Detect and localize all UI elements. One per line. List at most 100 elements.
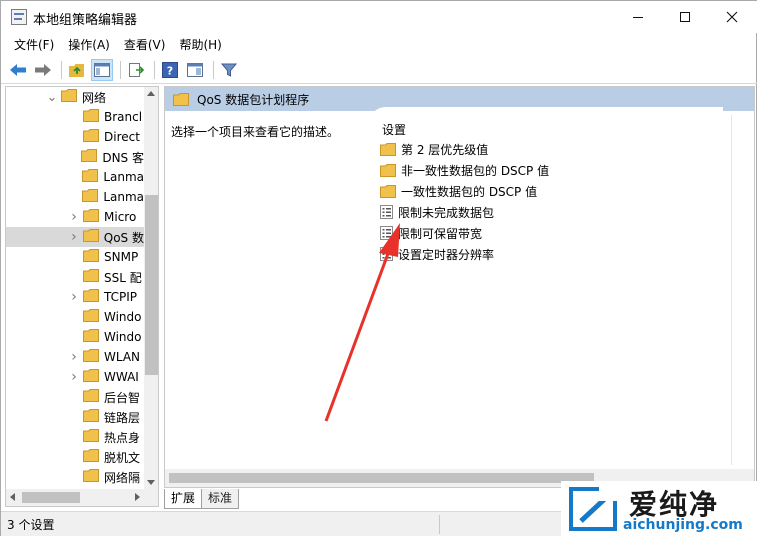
- chevron-right-icon[interactable]: ›: [68, 347, 80, 367]
- tree-item-label: Direct: [104, 130, 140, 144]
- details-vertical-scrollbar[interactable]: [723, 111, 754, 469]
- tree-item-label: DNS 客: [102, 150, 144, 165]
- tree-horizontal-scrollbar[interactable]: [6, 489, 144, 506]
- details-header-title: QoS 数据包计划程序: [197, 92, 310, 107]
- tree-item[interactable]: › Micro: [6, 207, 144, 227]
- menu-help[interactable]: 帮助(H): [172, 34, 228, 56]
- tree-item[interactable]: Direct: [6, 127, 144, 147]
- properties-icon: [187, 62, 203, 77]
- scroll-thumb[interactable]: [169, 473, 594, 483]
- back-button[interactable]: [7, 59, 29, 81]
- folder-icon: [83, 249, 99, 265]
- column-header-setting[interactable]: 设置: [382, 121, 406, 138]
- tree-item[interactable]: 链路层: [6, 407, 144, 427]
- chevron-right-icon[interactable]: ›: [68, 227, 80, 247]
- list-item-folder[interactable]: 第 2 层优先级值: [380, 139, 488, 159]
- list-item-setting[interactable]: 设置定时器分辨率: [380, 244, 494, 264]
- tree-vertical-scrollbar[interactable]: [144, 87, 158, 489]
- up-one-level-button[interactable]: [66, 59, 88, 81]
- title-bar: 本地组策略编辑器: [1, 1, 757, 33]
- tree-item[interactable]: SNMP: [6, 247, 144, 267]
- folder-icon: [83, 369, 99, 385]
- watermark: 爱纯净 aichunjing.com: [561, 481, 757, 536]
- filter-button[interactable]: [218, 59, 240, 81]
- scroll-left-icon[interactable]: [10, 493, 15, 501]
- minimize-button[interactable]: [615, 1, 661, 33]
- filter-icon: [221, 63, 237, 77]
- scroll-right-icon[interactable]: [135, 493, 140, 501]
- tree-item[interactable]: › WWAI: [6, 367, 144, 387]
- policy-setting-icon: [380, 205, 393, 219]
- forward-button[interactable]: [32, 59, 54, 81]
- menu-view[interactable]: 查看(V): [117, 34, 173, 56]
- tree-item[interactable]: Lanma: [6, 167, 144, 187]
- tree-item[interactable]: DNS 客: [6, 147, 144, 167]
- tree-item-label: 脱机文: [104, 450, 141, 465]
- chevron-down-icon[interactable]: ⌄: [46, 87, 58, 107]
- tree-item[interactable]: 后台智: [6, 387, 144, 407]
- folder-icon: [380, 142, 396, 156]
- menu-action[interactable]: 操作(A): [61, 34, 117, 56]
- scroll-down-icon[interactable]: [147, 480, 155, 485]
- back-arrow-icon: [10, 63, 26, 76]
- tree-item[interactable]: ⌄ 网络: [6, 87, 144, 107]
- tree-item[interactable]: SSL 配: [6, 267, 144, 287]
- scroll-up-icon[interactable]: [147, 91, 155, 96]
- folder-icon: [83, 129, 99, 145]
- tree-item-label: 网络: [82, 90, 107, 105]
- properties-button[interactable]: [184, 59, 206, 81]
- tree-item[interactable]: Windo: [6, 327, 144, 347]
- folder-icon: [83, 309, 99, 325]
- help-button[interactable]: ?: [159, 59, 181, 81]
- toolbar-separator: [213, 60, 214, 79]
- toolbar: ?: [1, 56, 757, 84]
- list-item-folder[interactable]: 一致性数据包的 DSCP 值: [380, 181, 537, 201]
- forward-arrow-icon: [35, 63, 51, 76]
- folder-icon: [83, 469, 99, 485]
- list-item-folder[interactable]: 非一致性数据包的 DSCP 值: [380, 160, 549, 180]
- tree-item-label: Windo: [104, 310, 142, 324]
- tree-item[interactable]: 热点身: [6, 427, 144, 447]
- tree-item[interactable]: 网络隔: [6, 467, 144, 487]
- chevron-right-icon[interactable]: ›: [68, 367, 80, 387]
- tree-item[interactable]: Windo: [6, 307, 144, 327]
- scroll-thumb[interactable]: [145, 195, 158, 375]
- chevron-right-icon[interactable]: ›: [68, 207, 80, 227]
- tree-item[interactable]: Brancl: [6, 107, 144, 127]
- tree-item[interactable]: › TCPIP: [6, 287, 144, 307]
- up-folder-icon: [69, 63, 84, 77]
- folder-icon: [83, 389, 99, 405]
- navigation-tree: ⌄ 网络 Brancl Direct DNS 客 Lanma Lanma › Micro › QoS…: [5, 86, 159, 507]
- tree-item[interactable]: › QoS 数: [6, 227, 144, 247]
- scroll-corner: [144, 489, 158, 506]
- tab-extended[interactable]: 扩展: [164, 489, 203, 509]
- folder-icon: [82, 189, 99, 205]
- close-button[interactable]: [709, 1, 755, 33]
- tree-item[interactable]: › WLAN: [6, 347, 144, 367]
- maximize-button[interactable]: [662, 1, 708, 33]
- list-item-setting[interactable]: 限制可保留带宽: [380, 223, 482, 243]
- close-icon: [726, 11, 738, 23]
- list-item-setting[interactable]: 限制未完成数据包: [380, 202, 494, 222]
- scroll-track: [731, 115, 732, 465]
- menu-file[interactable]: 文件(F): [7, 34, 61, 56]
- export-list-button[interactable]: [125, 59, 147, 81]
- scroll-thumb[interactable]: [22, 492, 80, 503]
- chevron-right-icon[interactable]: ›: [68, 287, 80, 307]
- show-hide-tree-button[interactable]: [91, 58, 113, 81]
- export-list-icon: [129, 62, 144, 77]
- menu-bar: 文件(F) 操作(A) 查看(V) 帮助(H): [1, 34, 757, 56]
- status-separator: [439, 515, 440, 534]
- tab-standard[interactable]: 标准: [201, 489, 240, 509]
- tree-item-label: 网络隔: [104, 470, 141, 485]
- details-pane: QoS 数据包计划程序 选择一个项目来查看它的描述。 设置 第 2 层优先级值非…: [164, 86, 755, 488]
- tree-item[interactable]: 脱机文: [6, 447, 144, 467]
- folder-icon: [83, 409, 99, 425]
- tree-item-label: WWAI: [104, 370, 139, 384]
- tree-item[interactable]: Lanma: [6, 187, 144, 207]
